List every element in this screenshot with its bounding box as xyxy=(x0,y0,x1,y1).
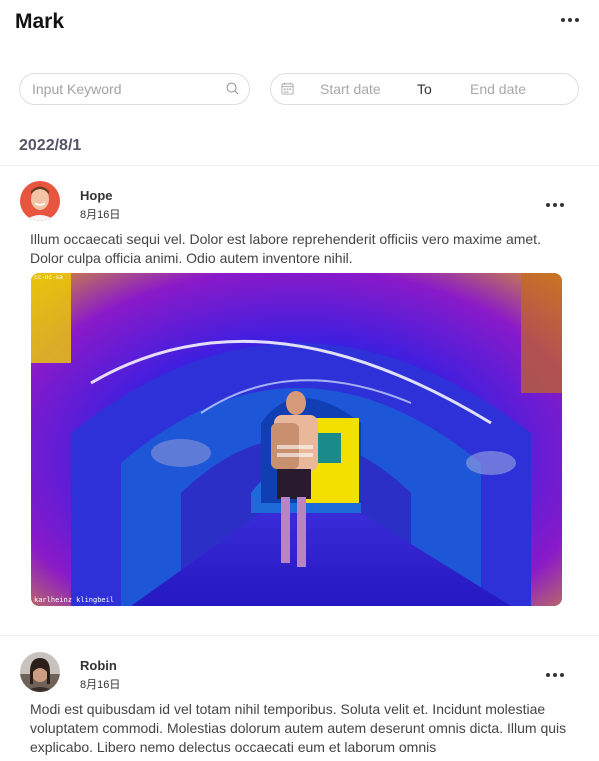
group-date-heading: 2022/8/1 xyxy=(19,137,82,154)
photo-license: cc-nc-sa xyxy=(34,274,63,281)
search-box xyxy=(19,73,250,105)
post-text: Illum occaecati sequi vel. Dolor est lab… xyxy=(30,231,541,266)
start-date-input[interactable]: Start date xyxy=(320,81,381,97)
calendar-icon xyxy=(281,82,294,95)
post-card: Robin 8月16日 Modi est quibusdam id vel to… xyxy=(0,636,599,761)
avatar[interactable] xyxy=(20,181,60,221)
photo-credit: karlheinz klingbeil xyxy=(34,596,115,604)
date-range-separator: To xyxy=(417,81,432,97)
post-date: 8月16日 xyxy=(80,209,121,221)
post-text: Modi est quibusdam id vel totam nihil te… xyxy=(30,701,567,755)
search-icon[interactable] xyxy=(226,82,239,95)
more-options-icon[interactable] xyxy=(561,18,579,22)
date-range-picker[interactable]: Start date To End date xyxy=(270,73,579,105)
post-more-icon[interactable] xyxy=(546,203,564,207)
end-date-input[interactable]: End date xyxy=(470,81,526,97)
search-input[interactable] xyxy=(30,74,214,104)
page-title: Mark xyxy=(15,10,65,33)
filter-bar: Start date To End date xyxy=(19,73,579,105)
post-author[interactable]: Robin xyxy=(80,658,117,673)
post-date: 8月16日 xyxy=(80,679,121,691)
post-card: Hope 8月16日 Illum occaecati sequi vel. Do… xyxy=(0,166,599,635)
post-more-icon[interactable] xyxy=(546,673,564,677)
tunnel-photo xyxy=(31,273,562,606)
avatar[interactable] xyxy=(20,652,60,692)
post-author[interactable]: Hope xyxy=(80,188,113,203)
post-photo[interactable]: cc-nc-sa karlheinz klingbeil xyxy=(31,273,562,606)
app-header: Mark xyxy=(0,0,599,52)
